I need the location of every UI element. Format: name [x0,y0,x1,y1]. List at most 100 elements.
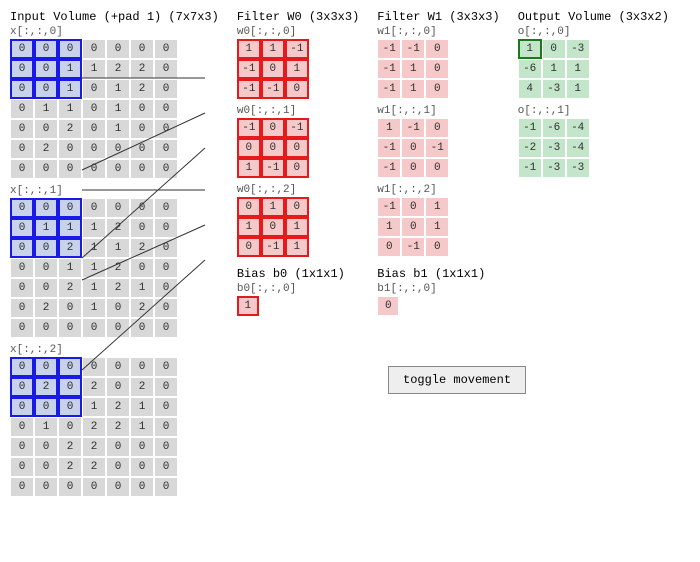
b1-label: b1[:,:,0] [377,283,499,295]
cell: -1 [261,158,285,178]
cell: 2 [58,278,82,298]
w1-slice1-label: w1[:,:,1] [377,105,499,117]
cell: 0 [285,138,309,158]
cell: 0 [34,238,58,258]
x-slice2-label: x[:,:,2] [10,344,219,356]
cell: 1 [58,99,82,119]
cell: 2 [82,457,106,477]
cell: 1 [377,217,401,237]
cell: 0 [58,357,82,377]
cell: 0 [542,39,566,59]
cell: 1 [566,79,590,99]
cell: 1 [58,218,82,238]
cell: 1 [285,237,309,257]
cell: 0 [261,118,285,138]
cell: 1 [82,59,106,79]
cell: 0 [10,99,34,119]
cell: 0 [130,119,154,139]
cell: 0 [106,198,130,218]
cell: 1 [58,258,82,278]
cell: 0 [10,79,34,99]
w1-slice1-grid: 1-10-10-1-100 [377,118,499,178]
cell: 0 [82,119,106,139]
cell: 0 [154,99,178,119]
w0-slice1-label: w0[:,:,1] [237,105,359,117]
cell: 0 [154,318,178,338]
cell: 0 [401,138,425,158]
cell: 1 [285,217,309,237]
cell: 0 [34,278,58,298]
cell: 2 [106,59,130,79]
cell: 0 [154,238,178,258]
cell: -3 [542,158,566,178]
cell: 0 [106,477,130,497]
input-title: Input Volume (+pad 1) (7x7x3) [10,10,219,24]
cell: 0 [34,437,58,457]
cell: 0 [154,477,178,497]
toggle-movement-button[interactable]: toggle movement [388,366,526,394]
cell: 1 [106,119,130,139]
cell: 0 [106,357,130,377]
cell: 2 [34,377,58,397]
cell: 0 [154,437,178,457]
b1-title: Bias b1 (1x1x1) [377,267,499,281]
cell: -6 [542,118,566,138]
cell: -1 [401,237,425,257]
cell: 2 [106,397,130,417]
cell: 0 [106,377,130,397]
cell: 0 [261,217,285,237]
cell: 4 [518,79,542,99]
cell: 0 [425,237,449,257]
cell: 1 [82,238,106,258]
input-slice0-grid: 0000000001122000101200110100002010002000… [10,39,219,179]
w1-slice2-grid: -1011010-10 [377,197,499,257]
cell: 0 [106,159,130,179]
cell: 1 [542,59,566,79]
filter-w1-column: Filter W1 (3x3x3) w1[:,:,0] -1-10-110-11… [377,10,499,316]
cell: 0 [261,59,285,79]
cell: 0 [58,198,82,218]
cell: 0 [130,99,154,119]
x-slice0-label: x[:,:,0] [10,26,219,38]
cell: 0 [34,357,58,377]
input-slice1-grid: 0000000011120000211200011200002121002010… [10,198,219,338]
cell: 0 [82,198,106,218]
cell: 2 [106,258,130,278]
cell: 0 [10,437,34,457]
cell: -4 [566,118,590,138]
cell: 0 [106,139,130,159]
cell: 0 [154,298,178,318]
cell: 1 [58,79,82,99]
cell: 0 [425,118,449,138]
cell: 0 [34,79,58,99]
cell: 1 [130,278,154,298]
w1-slice2-label: w1[:,:,2] [377,184,499,196]
cell: 2 [130,377,154,397]
w0-slice0-grid: 11-1-101-1-10 [237,39,359,99]
cell: 0 [401,197,425,217]
cell: 0 [58,397,82,417]
cell: 0 [154,139,178,159]
cell: 0 [10,59,34,79]
cell: 0 [10,377,34,397]
input-volume-column: Input Volume (+pad 1) (7x7x3) x[:,:,0] 0… [10,10,219,497]
cell: 0 [237,197,261,217]
cell: 0 [82,139,106,159]
cell: 0 [82,477,106,497]
cell: 0 [154,417,178,437]
cell: 2 [130,238,154,258]
cell: 2 [58,457,82,477]
cell: -1 [285,39,309,59]
cell: 1 [82,278,106,298]
cell: 0 [82,159,106,179]
cell: 1 [285,59,309,79]
cell: 1 [130,397,154,417]
cell: 0 [34,39,58,59]
cell: -1 [377,158,401,178]
cell: -1 [261,237,285,257]
cell: 0 [401,217,425,237]
cell: 0 [425,158,449,178]
cell: 0 [425,39,449,59]
cell: -1 [377,197,401,217]
cell: 0 [10,119,34,139]
